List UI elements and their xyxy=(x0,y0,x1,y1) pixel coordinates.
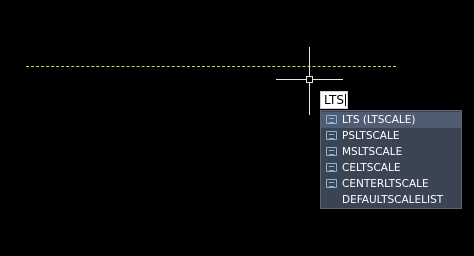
sysvar-icon xyxy=(326,147,337,156)
sysvar-icon xyxy=(326,131,337,140)
command-input-text: LTS xyxy=(324,93,344,107)
autocomplete-item-msltscale[interactable]: MSLTSCALE xyxy=(321,144,461,160)
autocomplete-item-psltscale[interactable]: PSLTSCALE xyxy=(321,128,461,144)
autocomplete-item-celtscale[interactable]: CELTSCALE xyxy=(321,160,461,176)
command-icon xyxy=(326,115,337,124)
autocomplete-item-defaultscalelist[interactable]: DEFAULTSCALELIST xyxy=(321,192,461,208)
text-caret xyxy=(344,94,346,106)
dynamic-command-input[interactable]: LTS xyxy=(320,91,348,109)
autocomplete-item-label: DEFAULTSCALELIST xyxy=(342,194,444,206)
autocomplete-item-ltscale[interactable]: LTS (LTSCALE) xyxy=(321,112,461,128)
sysvar-icon xyxy=(326,163,337,172)
autocomplete-item-label: CELTSCALE xyxy=(342,162,401,174)
dashed-polyline[interactable] xyxy=(26,66,396,67)
sysvar-icon xyxy=(326,179,337,188)
cursor-pickbox xyxy=(306,76,313,83)
autocomplete-list: LTS (LTSCALE) PSLTSCALE MSLTSCALE CELTSC… xyxy=(320,110,462,209)
autocomplete-item-centerltscale[interactable]: CENTERLTSCALE xyxy=(321,176,461,192)
autocomplete-item-label: MSLTSCALE xyxy=(342,146,403,158)
autocomplete-item-label: CENTERLTSCALE xyxy=(342,178,429,190)
autocomplete-item-label: PSLTSCALE xyxy=(342,130,400,142)
autocomplete-item-label: LTS (LTSCALE) xyxy=(342,114,416,126)
